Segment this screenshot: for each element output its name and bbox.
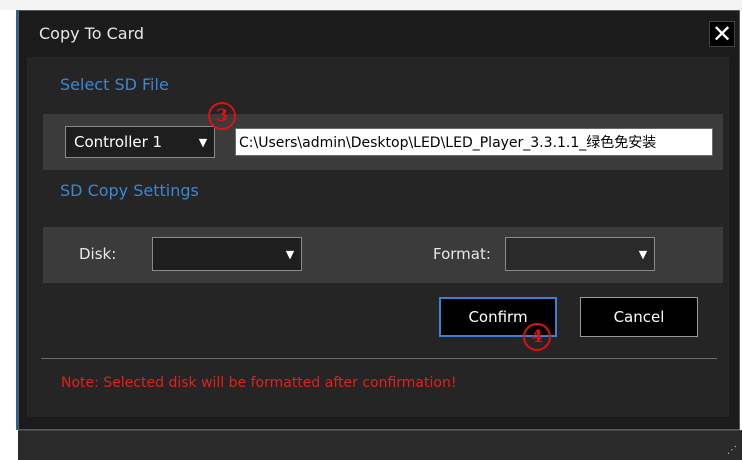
cancel-button-label: Cancel: [613, 308, 665, 326]
select-sd-row: Controller 1 ▼ C:\Users\admin\Desktop\LE…: [43, 114, 723, 170]
dialog-content: Select SD File Controller 1 ▼ C:\Users\a…: [27, 57, 729, 417]
format-label: Format:: [433, 245, 491, 263]
cancel-button[interactable]: Cancel: [580, 297, 698, 337]
sd-file-path-field[interactable]: C:\Users\admin\Desktop\LED\LED_Player_3.…: [235, 128, 713, 156]
step-4-marker: 4: [523, 323, 551, 351]
divider: [41, 358, 717, 359]
step-4-marker-number: 4: [531, 327, 543, 347]
copy-to-card-dialog: Copy To Card ✕ Select SD File Controller…: [18, 10, 740, 430]
controller-select[interactable]: Controller 1 ▼: [65, 126, 215, 158]
step-3-marker: 3: [208, 102, 236, 130]
confirm-button-label: Confirm: [468, 308, 528, 326]
app-background-top: [0, 0, 742, 10]
format-warning-note: Note: Selected disk will be formatted af…: [61, 375, 457, 391]
resize-grip-icon[interactable]: ⋰: [727, 445, 737, 456]
app-status-strip: ⋰: [18, 430, 742, 460]
select-sd-file-label: Select SD File: [60, 75, 169, 94]
format-select[interactable]: ▼: [505, 237, 655, 271]
step-3-marker-number: 3: [216, 106, 228, 126]
sd-copy-settings-label: SD Copy Settings: [60, 181, 199, 200]
dialog-titlebar: Copy To Card ✕: [19, 11, 739, 57]
dropdown-arrow-icon: ▼: [285, 247, 295, 261]
dialog-title: Copy To Card: [39, 24, 145, 43]
dropdown-arrow-icon: ▼: [198, 135, 208, 149]
close-button[interactable]: ✕: [709, 21, 735, 47]
close-icon: ✕: [711, 20, 733, 48]
disk-label: Disk:: [79, 245, 117, 263]
controller-select-value: Controller 1: [74, 133, 163, 151]
disk-select[interactable]: ▼: [152, 237, 302, 271]
copy-settings-row: Disk: ▼ Format: ▼: [43, 227, 723, 283]
dropdown-arrow-icon: ▼: [638, 247, 648, 261]
